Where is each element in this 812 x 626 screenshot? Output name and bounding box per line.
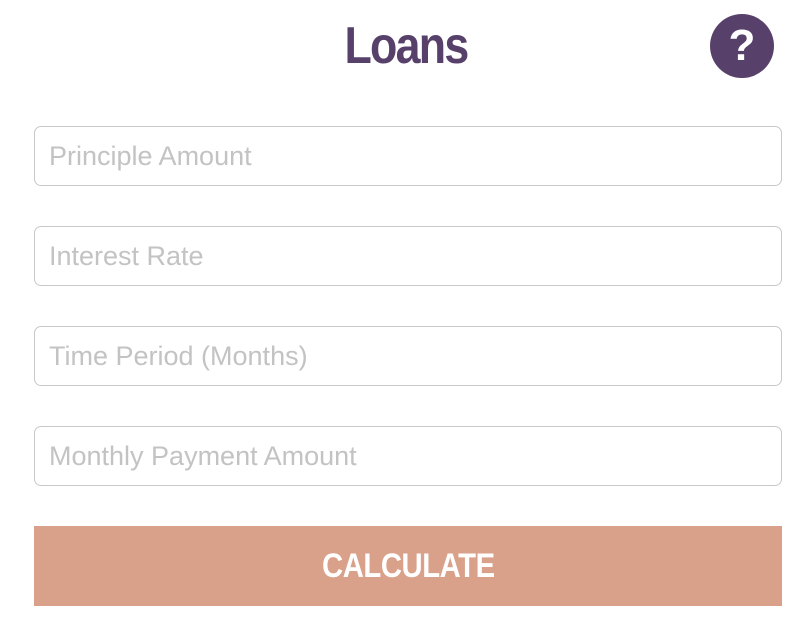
question-mark-icon: ? xyxy=(728,21,756,70)
calculate-button[interactable]: CALCULATE xyxy=(34,526,782,606)
help-button[interactable]: ? xyxy=(710,14,774,78)
principle-amount-input[interactable] xyxy=(34,126,782,186)
interest-rate-input[interactable] xyxy=(34,226,782,286)
time-period-input[interactable] xyxy=(34,326,782,386)
calculate-button-label: CALCULATE xyxy=(321,546,495,585)
page-title: Loans xyxy=(344,17,469,75)
monthly-payment-input[interactable] xyxy=(34,426,782,486)
